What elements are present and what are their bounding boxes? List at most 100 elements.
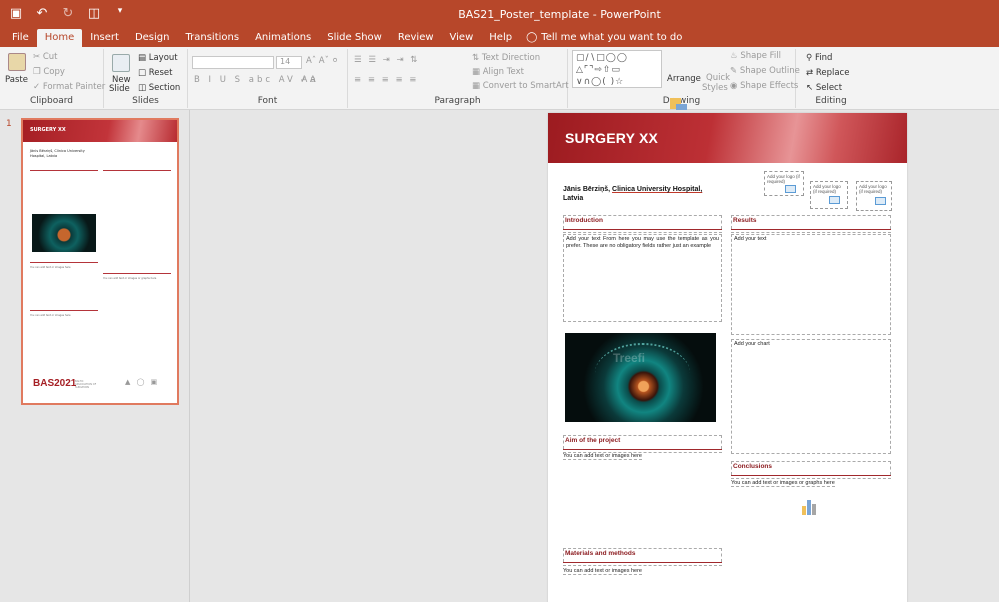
- shape-fill-button[interactable]: ♨ Shape Fill: [730, 51, 781, 61]
- poster-title[interactable]: SURGERY XX: [565, 130, 658, 146]
- thumbnail-eye-image: [32, 214, 96, 252]
- slide-thumbnail[interactable]: SURGERY XX Jānis Bērziņš, Clinica Univer…: [21, 118, 179, 405]
- effects-icon: ◉: [730, 81, 741, 91]
- tab-insert[interactable]: Insert: [82, 29, 127, 47]
- list-buttons[interactable]: ☰ ☰ ⇥ ⇥ ⇅: [354, 55, 419, 65]
- new-slide-icon[interactable]: [112, 54, 130, 72]
- cut-button[interactable]: ✂ Cut: [33, 52, 57, 62]
- shapes-gallery[interactable]: ▢∕∖□◯◯ △⌜⌝⇨⇧▭ ∨∩◯( )☆: [572, 50, 662, 88]
- editing-canvas: SURGERY XX Jānis Bērziņš, Clinica Univer…: [191, 110, 999, 602]
- find-label: Find: [814, 53, 833, 63]
- cursor-icon: ↖: [806, 83, 816, 93]
- shape-effects-label: Shape Effects: [740, 81, 799, 91]
- new-slide-button-2[interactable]: Slide: [109, 84, 130, 94]
- tab-slide-show[interactable]: Slide Show: [319, 29, 390, 47]
- align-text-button[interactable]: ▦ Align Text: [472, 67, 524, 77]
- conclusions-heading[interactable]: Conclusions: [731, 461, 891, 475]
- replace-icon: ⇄: [806, 68, 816, 78]
- quick-styles-button-2[interactable]: Styles: [702, 83, 728, 93]
- section-label: Section: [148, 83, 181, 93]
- layout-label: Layout: [148, 53, 178, 63]
- ribbon-tabs: File Home Insert Design Transitions Anim…: [0, 29, 999, 47]
- lightbulb-icon: ◯: [526, 32, 538, 43]
- slide-thumbnails-pane: 1 SURGERY XX Jānis Bērziņš, Clinica Univ…: [0, 110, 190, 602]
- logo-placeholder-text: Add your logo (if required): [859, 184, 887, 194]
- shape-outline-button[interactable]: ✎ Shape Outline: [730, 66, 800, 76]
- layout-button[interactable]: ▤ Layout: [138, 53, 178, 63]
- chart-placeholder[interactable]: Add your chart: [731, 339, 891, 454]
- brush-icon: ✓: [33, 82, 43, 92]
- replace-button[interactable]: ⇄ Replace: [806, 68, 849, 78]
- aim-body[interactable]: You can add text or images here: [563, 453, 642, 460]
- paste-button[interactable]: Paste: [5, 75, 28, 85]
- tell-me-text: Tell me what you want to do: [541, 32, 683, 43]
- chart-icon-bar: [802, 506, 806, 515]
- font-label: Font: [257, 96, 278, 106]
- copy-label: Copy: [43, 67, 65, 77]
- tab-animations[interactable]: Animations: [247, 29, 319, 47]
- editing-label: Editing: [815, 96, 847, 106]
- search-icon: ⚲: [806, 53, 815, 63]
- eye-image[interactable]: Treefi: [565, 333, 716, 422]
- introduction-body[interactable]: Add your text From here you may use the …: [563, 234, 722, 322]
- author-name: Jānis Bērziņš,: [563, 186, 613, 193]
- select-button[interactable]: ↖ Select: [806, 83, 842, 93]
- thumbnail-caption-3: You can add text or images here: [30, 314, 71, 317]
- reset-button[interactable]: □ Reset: [138, 68, 172, 78]
- align-buttons[interactable]: ≡ ≡ ≡ ≡ ≡: [354, 75, 418, 85]
- format-painter-button[interactable]: ✓ Format Painter: [33, 82, 105, 92]
- shape-effects-button[interactable]: ◉ Shape Effects: [730, 81, 798, 91]
- tab-design[interactable]: Design: [127, 29, 178, 47]
- chart-icon: [802, 499, 816, 515]
- thumbnail-partner-logos: ▲ ◯ ▣: [125, 378, 160, 386]
- tab-home[interactable]: Home: [36, 29, 83, 47]
- author-block[interactable]: Jānis Bērziņš, Clinica University Hospit…: [563, 186, 733, 203]
- logo-placeholder-2[interactable]: Add your logo (if required): [810, 181, 848, 209]
- picture-icon: [829, 196, 840, 204]
- scissors-icon: ✂: [33, 52, 43, 62]
- tab-view[interactable]: View: [442, 29, 482, 47]
- paragraph-group: ☰ ☰ ⇥ ⇥ ⇅ ≡ ≡ ≡ ≡ ≡ ⇅ Text Direction ▦ A…: [348, 49, 569, 108]
- paste-icon[interactable]: [8, 53, 26, 71]
- logo-placeholder-1[interactable]: Add your logo (if required): [764, 171, 804, 196]
- cut-label: Cut: [42, 52, 58, 62]
- grow-shrink-font-buttons[interactable]: Aˆ Aˇ ⚪: [306, 56, 339, 66]
- tab-help[interactable]: Help: [481, 29, 520, 47]
- image-watermark: Treefi: [613, 351, 646, 365]
- font-color-button[interactable]: ✓ A: [300, 75, 316, 85]
- copy-button[interactable]: ❐ Copy: [33, 67, 65, 77]
- find-button[interactable]: ⚲ Find: [806, 53, 832, 63]
- ribbon: Paste ✂ Cut ❐ Copy ✓ Format Painter Clip…: [0, 47, 999, 115]
- aim-heading[interactable]: Aim of the project: [563, 435, 722, 449]
- thumbnail-title: SURGERY XX: [30, 127, 66, 133]
- results-rule: [731, 229, 891, 233]
- shape-outline-label: Shape Outline: [739, 66, 800, 76]
- text-direction-button[interactable]: ⇅ Text Direction: [472, 53, 540, 63]
- results-body[interactable]: Add your text: [731, 234, 891, 335]
- poster-slide[interactable]: SURGERY XX Jānis Bērziņš, Clinica Univer…: [548, 113, 907, 602]
- author-affiliation: Clinica University Hospital,: [612, 186, 703, 193]
- editing-group: ⚲ Find ⇄ Replace ↖ Select Editing: [796, 49, 866, 108]
- tab-transitions[interactable]: Transitions: [177, 29, 247, 47]
- logo-placeholder-text: Add your logo (if required): [813, 184, 841, 194]
- replace-label: Replace: [815, 68, 850, 78]
- logo-placeholder-3[interactable]: Add your logo (if required): [856, 181, 892, 211]
- thumbnail-rule: [30, 170, 98, 171]
- tell-me-box[interactable]: ◯ Tell me what you want to do: [520, 29, 682, 47]
- font-name-box[interactable]: [192, 56, 274, 69]
- pen-icon: ✎: [730, 66, 740, 76]
- materials-heading[interactable]: Materials and methods: [563, 548, 722, 562]
- materials-body[interactable]: You can add text or images here: [563, 568, 642, 575]
- conclusions-body[interactable]: You can add text or images or graphs her…: [731, 480, 835, 487]
- tab-file[interactable]: File: [4, 29, 37, 47]
- arrange-button[interactable]: Arrange: [667, 74, 701, 84]
- copy-icon: ❐: [33, 67, 44, 77]
- reset-icon: □: [138, 68, 149, 78]
- section-button[interactable]: ◫ Section: [138, 83, 180, 93]
- font-size-box[interactable]: 14: [276, 56, 302, 69]
- quick-styles-button[interactable]: Quick: [706, 73, 730, 83]
- tab-review[interactable]: Review: [390, 29, 442, 47]
- introduction-heading[interactable]: Introduction: [563, 215, 722, 229]
- convert-smartart-button[interactable]: ▦ Convert to SmartArt: [472, 81, 569, 91]
- results-heading[interactable]: Results: [731, 215, 891, 229]
